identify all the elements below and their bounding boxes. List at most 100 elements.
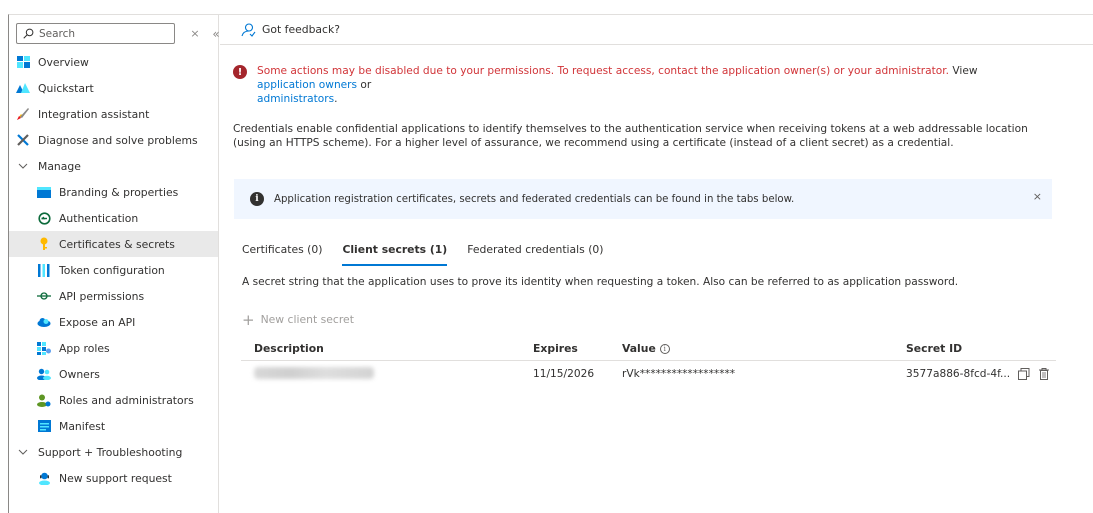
header-expires: Expires xyxy=(533,342,578,355)
authentication-icon xyxy=(37,211,51,225)
copy-icon[interactable] xyxy=(1018,368,1030,380)
cell-description xyxy=(241,366,533,382)
client-secrets-table: Description Expires Value i Secret ID 11… xyxy=(241,337,1056,387)
delete-icon[interactable] xyxy=(1038,368,1050,380)
plus-icon: + xyxy=(242,310,255,329)
warning-message: Some actions may be disabled due to your… xyxy=(257,65,950,77)
sidebar-group-manage[interactable]: Manage xyxy=(9,153,218,179)
roles-icon xyxy=(37,393,51,407)
permissions-warning: ! Some actions may be disabled due to yo… xyxy=(233,64,1033,106)
sidebar-item-label: Support + Troubleshooting xyxy=(38,445,183,459)
sidebar-item-diagnose[interactable]: Diagnose and solve problems xyxy=(9,127,218,153)
warning-view-text: View xyxy=(949,65,978,77)
header-description: Description xyxy=(254,342,324,355)
tab-federated-credentials[interactable]: Federated credentials (0) xyxy=(467,242,603,266)
tab-certificates[interactable]: Certificates (0) xyxy=(242,242,322,266)
table-header: Description Expires Value i Secret ID xyxy=(241,337,1056,361)
sidebar-item-label: Branding & properties xyxy=(59,185,179,199)
overview-icon xyxy=(16,55,30,69)
sidebar-item-expose-api[interactable]: Expose an API xyxy=(9,309,218,335)
sidebar-item-app-roles[interactable]: App roles xyxy=(9,335,218,361)
main-content: Got feedback? ! Some actions may be disa… xyxy=(220,15,1093,513)
cell-expires: 11/15/2026 xyxy=(533,368,595,380)
warning-or-text: or xyxy=(357,79,372,91)
sidebar-item-label: Integration assistant xyxy=(38,107,150,121)
info-banner: i Application registration certificates,… xyxy=(234,179,1052,219)
chevron-down-icon xyxy=(16,159,30,173)
info-icon[interactable]: i xyxy=(659,343,670,354)
new-client-secret-button[interactable]: + New client secret xyxy=(242,310,354,329)
sidebar-item-label: Expose an API xyxy=(59,315,136,329)
sidebar-item-overview[interactable]: Overview xyxy=(9,49,218,75)
sidebar: × « Overview Quickstart Integration assi… xyxy=(9,15,220,513)
quickstart-icon xyxy=(16,81,30,95)
app-roles-icon xyxy=(37,341,51,355)
cloud-icon xyxy=(37,315,51,329)
manifest-icon xyxy=(37,419,51,433)
sidebar-item-token-configuration[interactable]: Token configuration xyxy=(9,257,218,283)
application-owners-link[interactable]: application owners xyxy=(257,79,357,91)
sidebar-item-new-support-request[interactable]: New support request xyxy=(9,465,218,491)
cell-secret-id: 3577a886-8fcd-4f... xyxy=(906,368,1056,380)
sidebar-group-support[interactable]: Support + Troubleshooting xyxy=(9,439,218,465)
search-input[interactable] xyxy=(39,27,164,40)
header-value-wrap: Value i xyxy=(622,342,670,355)
sidebar-search-row: × « xyxy=(16,23,223,44)
info-icon: i xyxy=(250,192,264,206)
header-value-label: Value xyxy=(622,342,656,355)
sidebar-item-label: Quickstart xyxy=(38,81,94,95)
search-box[interactable] xyxy=(16,23,175,44)
sidebar-item-label: Roles and administrators xyxy=(59,393,194,407)
sidebar-item-integration-assistant[interactable]: Integration assistant xyxy=(9,101,218,127)
sidebar-item-label: Certificates & secrets xyxy=(59,237,175,251)
branding-icon xyxy=(37,185,51,199)
cell-value: rVk****************** xyxy=(622,368,736,380)
clear-search-icon[interactable]: × xyxy=(188,27,202,40)
warning-end-text: . xyxy=(334,93,338,105)
error-icon: ! xyxy=(233,65,247,79)
token-icon xyxy=(37,263,51,277)
sidebar-item-label: Manifest xyxy=(59,419,106,433)
sidebar-item-label: Token configuration xyxy=(59,263,165,277)
info-banner-text: Application registration certificates, s… xyxy=(274,193,795,205)
owners-icon xyxy=(37,367,51,381)
sidebar-item-owners[interactable]: Owners xyxy=(9,361,218,387)
header-value: Value i xyxy=(616,342,906,355)
redacted-description xyxy=(254,366,374,379)
sidebar-item-label: Manage xyxy=(38,159,81,173)
table-row: 11/15/2026 rVk****************** 3577a88… xyxy=(241,361,1056,387)
sidebar-item-manifest[interactable]: Manifest xyxy=(9,413,218,439)
command-bar: Got feedback? xyxy=(220,15,1093,45)
header-secret-id: Secret ID xyxy=(906,342,963,355)
sidebar-item-label: Owners xyxy=(59,367,100,381)
sidebar-item-quickstart[interactable]: Quickstart xyxy=(9,75,218,101)
sidebar-item-api-permissions[interactable]: API permissions xyxy=(9,283,218,309)
chevron-down-icon xyxy=(16,445,30,459)
feedback-button[interactable]: Got feedback? xyxy=(262,23,340,36)
sidebar-item-label: Overview xyxy=(38,55,89,69)
new-client-secret-label: New client secret xyxy=(260,313,354,326)
sidebar-item-label: Authentication xyxy=(59,211,139,225)
sidebar-item-label: New support request xyxy=(59,471,172,485)
sidebar-item-roles-administrators[interactable]: Roles and administrators xyxy=(9,387,218,413)
warning-text: Some actions may be disabled due to your… xyxy=(257,64,1033,106)
sidebar-item-label: API permissions xyxy=(59,289,145,303)
tab-client-secrets[interactable]: Client secrets (1) xyxy=(342,242,447,266)
feedback-icon[interactable] xyxy=(240,22,256,37)
sidebar-nav: Overview Quickstart Integration assistan… xyxy=(9,49,218,491)
sidebar-item-label: App roles xyxy=(59,341,110,355)
sidebar-item-branding[interactable]: Branding & properties xyxy=(9,179,218,205)
api-permissions-icon xyxy=(37,289,51,303)
credentials-description: Credentials enable confidential applicat… xyxy=(233,123,1028,149)
client-secrets-description: A secret string that the application use… xyxy=(242,276,959,288)
sidebar-item-certificates-secrets[interactable]: Certificates & secrets xyxy=(9,231,218,257)
administrators-link[interactable]: administrators xyxy=(257,93,334,105)
search-icon xyxy=(23,28,34,39)
sidebar-item-label: Diagnose and solve problems xyxy=(38,133,198,147)
rocket-icon xyxy=(16,107,30,121)
secret-id-text: 3577a886-8fcd-4f... xyxy=(906,368,1011,380)
support-icon xyxy=(37,471,51,485)
close-icon[interactable]: × xyxy=(1033,190,1042,203)
sidebar-item-authentication[interactable]: Authentication xyxy=(9,205,218,231)
key-icon xyxy=(37,237,51,251)
